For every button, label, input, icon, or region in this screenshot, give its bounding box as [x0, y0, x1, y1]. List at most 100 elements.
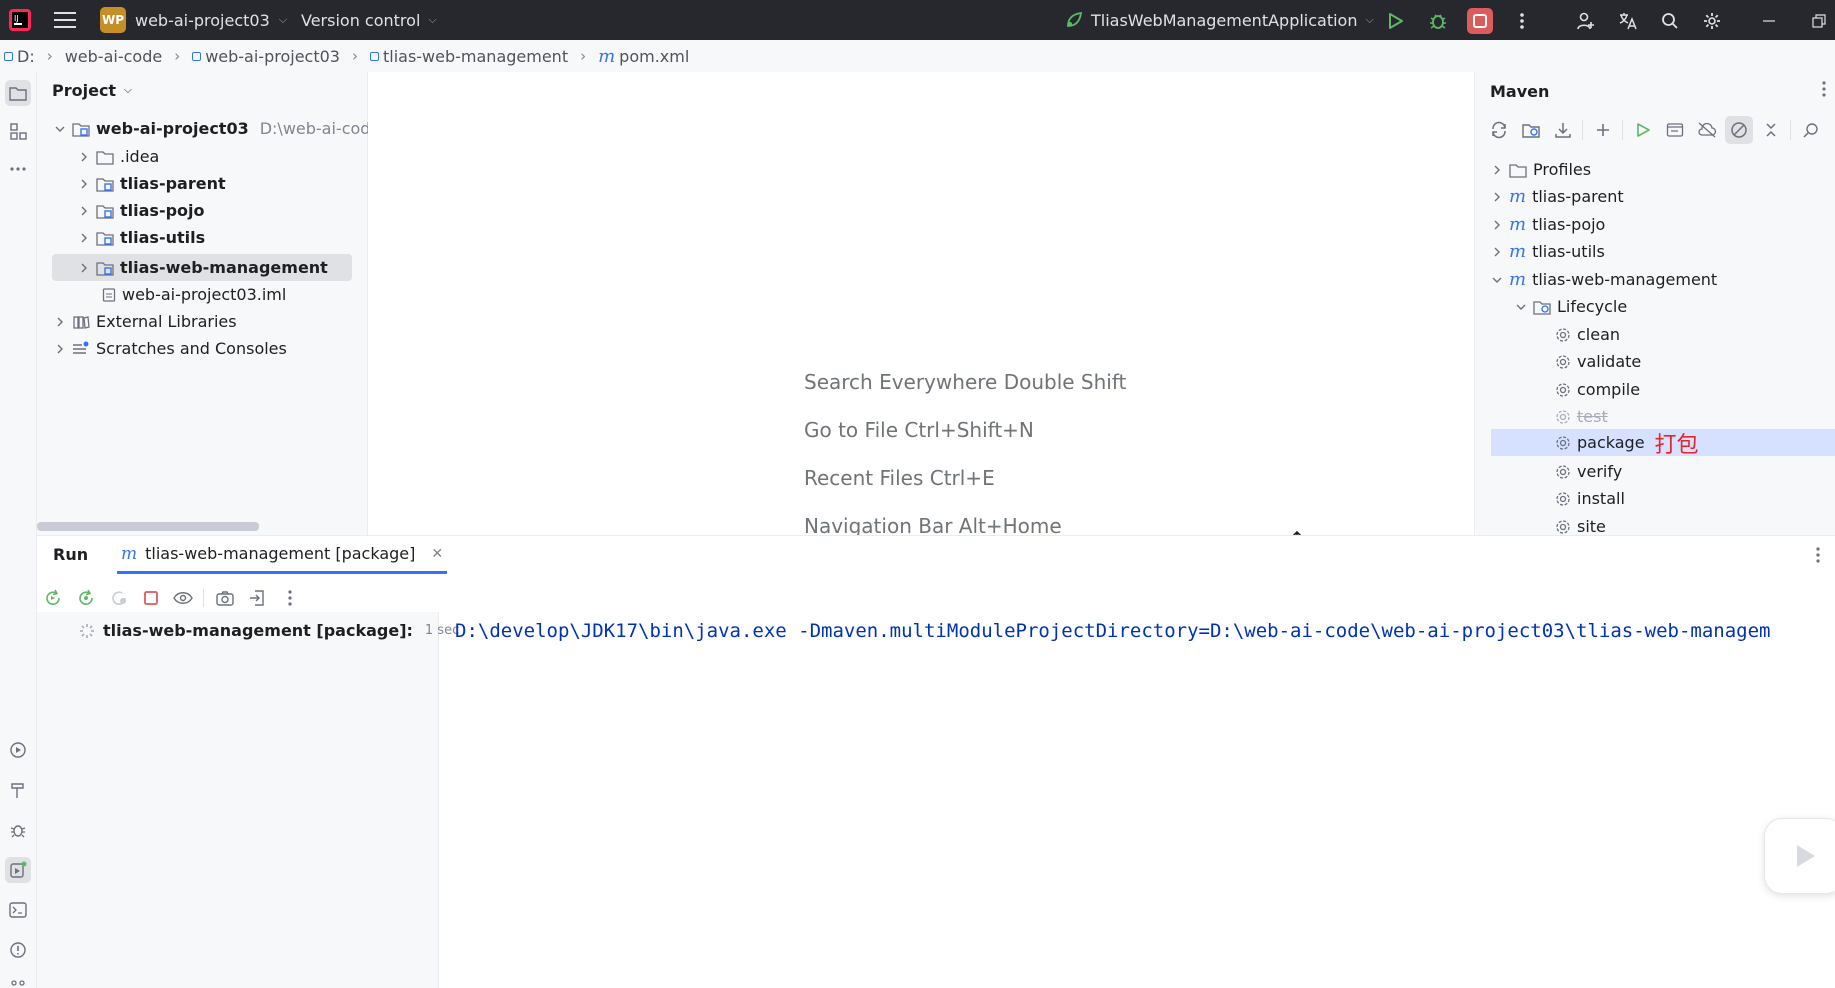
tree-item-tlias-pojo[interactable]: tlias-pojo [78, 197, 205, 224]
project-panel-header[interactable]: Project ⌵ [52, 81, 132, 100]
folder-icon [1509, 163, 1527, 178]
maven-lifecycle[interactable]: Lifecycle [1515, 293, 1627, 320]
maven-phase-package[interactable]: package 打包 [1555, 429, 1699, 458]
stop-run-button[interactable] [138, 585, 164, 611]
camera-icon [216, 591, 234, 606]
maven-icon: m [1509, 214, 1527, 235]
run-config-tab[interactable]: m tlias-web-management [package] ✕ [117, 536, 448, 574]
maven-add-button[interactable] [1589, 116, 1617, 144]
rerun-button[interactable] [40, 585, 66, 611]
spinner-icon [80, 623, 94, 638]
vcs-selector[interactable]: Version control ⌵ [301, 0, 437, 40]
toolbar-divider [1622, 120, 1623, 140]
breadcrumb-item-project[interactable]: web-ai-project03 [192, 47, 340, 66]
chevron-right-icon [81, 152, 87, 161]
maven-run-button[interactable] [1629, 116, 1657, 144]
maven-reload-button[interactable] [1485, 116, 1513, 144]
search-button[interactable] [1657, 8, 1683, 34]
maven-options-button[interactable] [1821, 80, 1827, 98]
terminal-icon [9, 902, 27, 918]
horizontal-scrollbar[interactable] [37, 522, 259, 531]
tree-item-root[interactable]: web-ai-project03 D:\web-ai-code [54, 115, 380, 142]
chevron-right-icon [81, 179, 87, 188]
more-actions-button[interactable] [1509, 8, 1535, 34]
project-tool-button[interactable] [5, 80, 31, 106]
screenshot-button[interactable] [212, 585, 238, 611]
maven-phase-clean[interactable]: clean [1555, 321, 1620, 348]
restore-button[interactable] [1806, 8, 1832, 34]
toolbar-divider [203, 589, 204, 607]
maven-module-tlias-utils[interactable]: m tlias-utils [1491, 238, 1605, 265]
breadcrumb-item-module[interactable]: tlias-web-management [369, 47, 568, 66]
translate-icon [1619, 13, 1637, 30]
breadcrumb-item-folder[interactable]: web-ai-code [65, 47, 162, 66]
tree-item-external-libraries[interactable]: External Libraries [54, 308, 237, 335]
minimize-button[interactable] [1756, 8, 1782, 34]
console-output[interactable]: D:\develop\JDK17\bin\java.exe -Dmaven.mu… [455, 620, 1770, 642]
export-button[interactable] [244, 585, 270, 611]
video-player-widget[interactable] [1764, 818, 1835, 894]
maven-phase-test[interactable]: test [1555, 403, 1608, 430]
structure-tool-button[interactable] [5, 118, 31, 144]
maven-download-button[interactable] [1549, 116, 1577, 144]
translate-button[interactable] [1615, 8, 1641, 34]
tree-item-tlias-web-management[interactable]: tlias-web-management [78, 254, 328, 281]
run-tool-button[interactable] [5, 857, 31, 883]
maven-analyze-button[interactable] [1797, 116, 1825, 144]
git-tool-button[interactable] [5, 972, 31, 988]
maven-phase-validate[interactable]: validate [1555, 348, 1641, 375]
maven-phase-verify[interactable]: verify [1555, 458, 1622, 485]
chevron-right-icon: › [580, 47, 587, 65]
run-tree: tlias-web-management [package]: 1 sec [37, 612, 459, 988]
chevron-right-icon [81, 233, 87, 242]
run-more-button[interactable] [277, 585, 303, 611]
code-with-me-button[interactable] [1573, 8, 1599, 34]
chevron-down-icon: ⌵ [124, 85, 132, 96]
maven-phase-compile[interactable]: compile [1555, 376, 1640, 403]
close-icon[interactable]: ✕ [431, 546, 443, 562]
breadcrumb-item-drive[interactable]: D: [4, 47, 35, 66]
run-tree-item[interactable]: tlias-web-management [package]: 1 sec [79, 621, 459, 640]
execute-icon [1666, 123, 1684, 137]
maven-offline-button[interactable] [1693, 116, 1721, 144]
run-button[interactable] [1382, 8, 1408, 34]
settings-button[interactable] [1699, 8, 1725, 34]
tree-item-iml[interactable]: web-ai-project03.iml [102, 281, 286, 308]
run-options-button[interactable] [1815, 546, 1821, 564]
restore-icon [1812, 14, 1826, 28]
show-hidden-button[interactable] [170, 585, 196, 611]
toggle-offline-button[interactable] [106, 585, 132, 611]
maven-module-tlias-pojo[interactable]: m tlias-pojo [1491, 211, 1605, 238]
services-tool-button[interactable] [5, 737, 31, 763]
maven-collapse-button[interactable] [1757, 116, 1785, 144]
tree-item-tlias-parent[interactable]: tlias-parent [78, 170, 226, 197]
maven-generate-sources-button[interactable] [1517, 116, 1545, 144]
more-vertical-icon [288, 590, 292, 606]
maven-phase-install[interactable]: install [1555, 485, 1625, 512]
maven-module-tlias-web-management[interactable]: m tlias-web-management [1491, 266, 1717, 293]
left-tool-stripe [0, 72, 37, 988]
stop-button[interactable] [1467, 8, 1493, 34]
tree-item-scratches[interactable]: Scratches and Consoles [54, 335, 287, 362]
tree-item-idea[interactable]: .idea [78, 143, 159, 170]
debug-tool-button[interactable] [5, 817, 31, 843]
run-config-selector[interactable]: TliasWebManagementApplication ⌵ [1065, 0, 1374, 40]
tree-item-tlias-utils[interactable]: tlias-utils [78, 224, 205, 251]
maven-skip-tests-button[interactable] [1725, 116, 1753, 144]
debug-button[interactable] [1425, 8, 1451, 34]
rerun-failed-button[interactable] [73, 585, 99, 611]
maven-profiles[interactable]: Profiles [1491, 156, 1591, 183]
maven-phase-site[interactable]: site [1555, 513, 1606, 535]
project-selector[interactable]: WP web-ai-project03 ⌵ [100, 0, 287, 40]
build-tool-button[interactable] [5, 777, 31, 803]
problems-tool-button[interactable] [5, 937, 31, 963]
more-tools-button[interactable] [5, 156, 31, 182]
breadcrumb-item-file[interactable]: m pom.xml [598, 46, 689, 67]
terminal-tool-button[interactable] [5, 897, 31, 923]
chevron-right-icon: › [46, 47, 53, 65]
main-menu-button[interactable] [54, 0, 76, 40]
module-folder-icon [96, 231, 114, 246]
maven-execute-goal-button[interactable] [1661, 116, 1689, 144]
maven-module-tlias-parent[interactable]: m tlias-parent [1491, 183, 1624, 210]
hint-navigation-bar: Navigation Bar Alt+Home [804, 514, 1062, 535]
